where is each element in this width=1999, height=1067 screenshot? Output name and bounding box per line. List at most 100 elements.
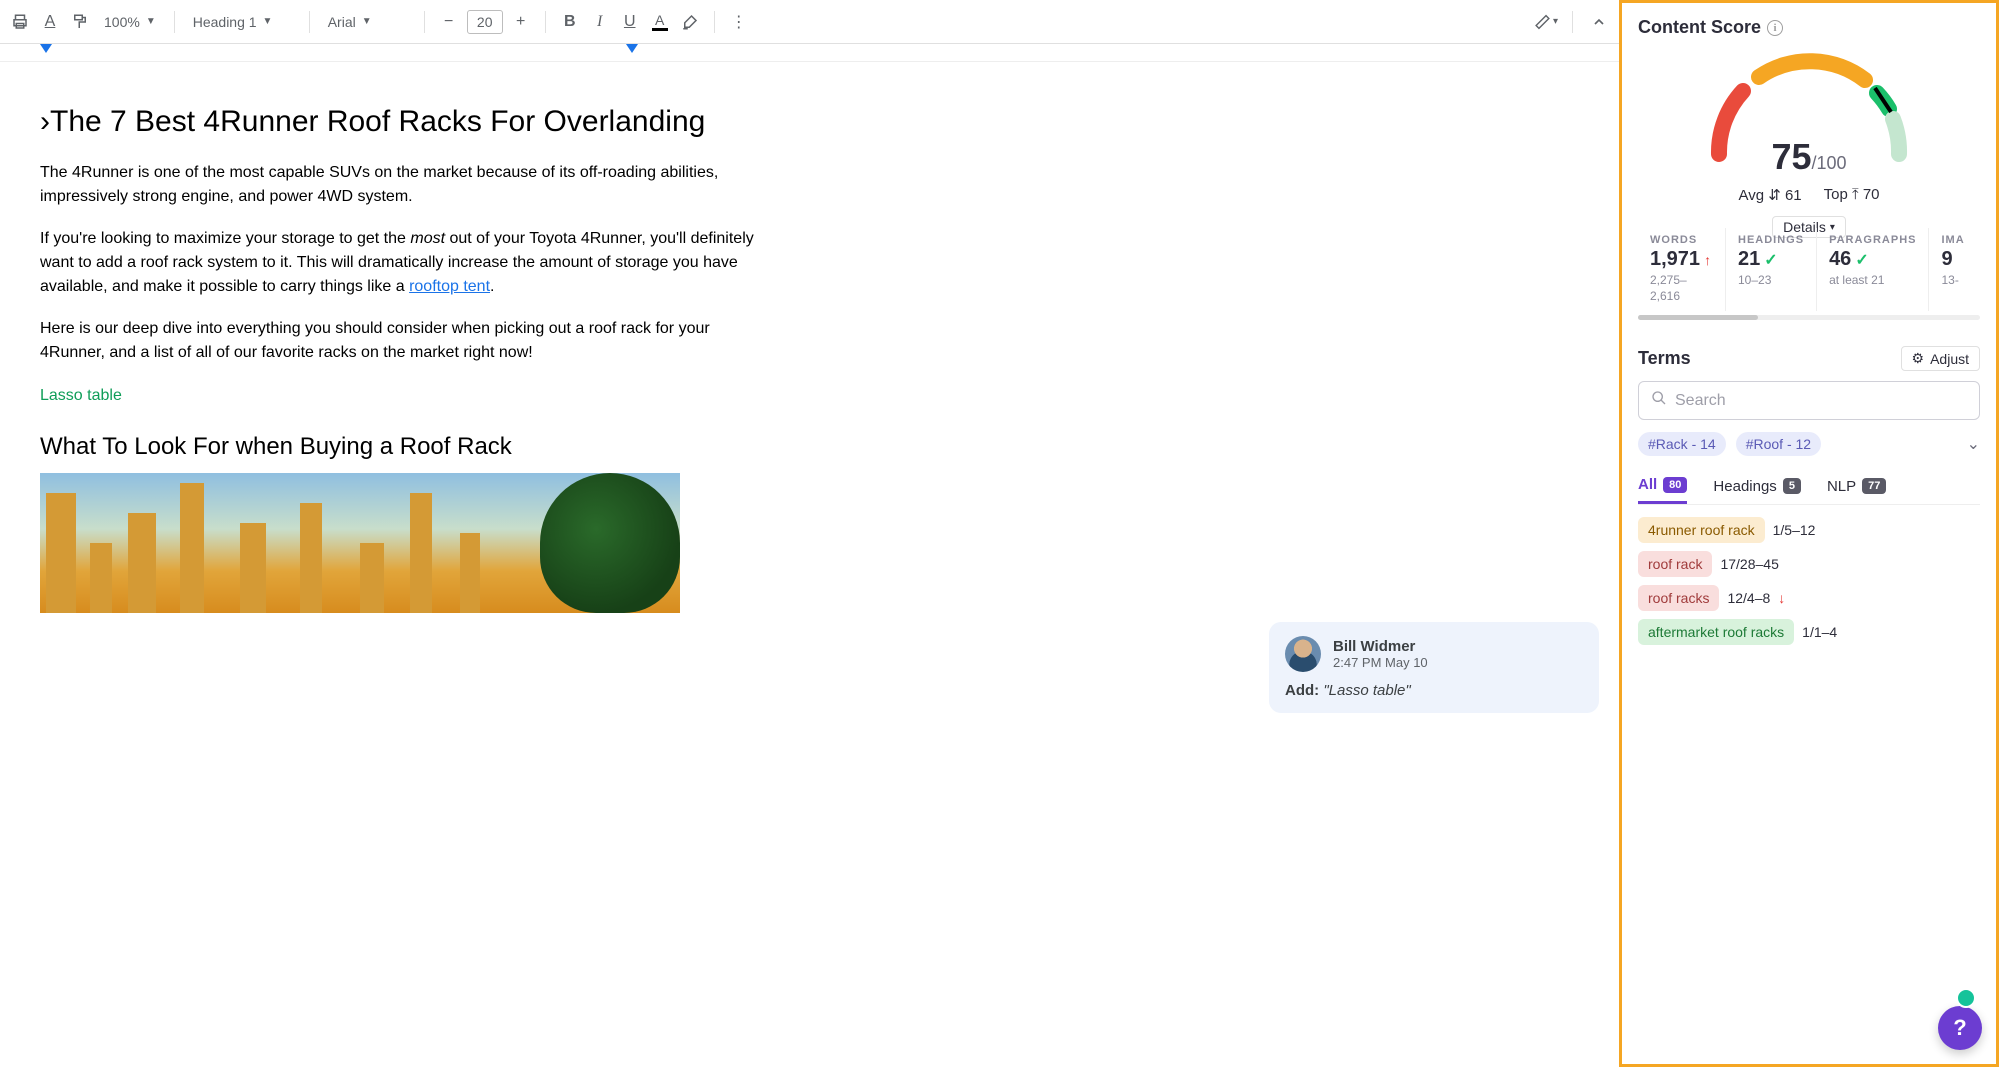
decrease-font-button[interactable]: − [437,10,461,34]
style-select[interactable]: Heading 1▼ [187,10,297,34]
bold-button[interactable]: B [558,10,582,34]
ruler[interactable] [0,44,1619,62]
terms-title: Terms [1638,348,1691,369]
paint-format-icon[interactable] [68,10,92,34]
scrollbar-thumb[interactable] [1638,315,1758,320]
terms-tabs: All80 Headings5 NLP77 [1638,476,1980,505]
separator [309,11,310,33]
top-label: Top [1824,186,1848,203]
tab-headings[interactable]: Headings5 [1713,478,1801,503]
tag-rack[interactable]: #Rack - 14 [1638,432,1726,456]
tag-roof[interactable]: #Roof - 12 [1736,432,1821,456]
avatar [1285,636,1321,672]
avg-top-row: Avg ⇵ 61 Top ⤒ 70 [1738,186,1879,204]
separator [714,11,715,33]
paragraph-3[interactable]: Here is our deep dive into everything yo… [40,317,760,365]
metrics-scrollbar[interactable] [1638,315,1980,320]
tab-label: NLP [1827,478,1856,495]
adjust-label: Adjust [1930,351,1969,367]
metric-images[interactable]: IMA 9 13- [1929,228,1980,311]
metric-range-1: 2,275– [1650,273,1713,287]
content-score-sidebar: Content Score i 75/100 Avg ⇵ 61 Top ⤒ 70 [1619,0,1999,1067]
term-row[interactable]: aftermarket roof racks 1/1–4 [1638,619,1980,645]
search-icon [1651,390,1667,411]
up-arrow-icon: ↑ [1704,252,1711,268]
term-row[interactable]: roof rack 17/28–45 [1638,551,1980,577]
doc-heading-2[interactable]: What To Look For when Buying a Roof Rack [40,433,760,461]
avg-value: 61 [1785,187,1802,204]
expand-tags-button[interactable]: ⌄ [1967,434,1980,454]
term-list: 4runner roof rack 1/5–12 roof rack 17/28… [1638,517,1980,645]
top-icon: ⤒ [1852,186,1859,203]
p2-emphasis: most [410,230,445,247]
comment-label: Add: [1285,682,1319,699]
metric-value: 46 [1829,248,1851,271]
info-icon[interactable]: i [1767,20,1783,36]
tab-all[interactable]: All80 [1638,476,1687,504]
tag-row: #Rack - 14 #Roof - 12 ⌄ [1638,432,1980,456]
metric-range-2: 2,616 [1650,289,1713,303]
metric-value: 1,971 [1650,248,1700,271]
tab-nlp[interactable]: NLP77 [1827,478,1886,503]
metric-range: 10–23 [1738,273,1804,287]
collapse-toolbar-button[interactable] [1587,10,1611,34]
font-size-input[interactable]: 20 [467,10,503,34]
term-row[interactable]: roof racks 12/4–8 ↓ [1638,585,1980,611]
term-chip: roof racks [1638,585,1719,611]
metric-label: IMA [1941,234,1980,246]
document-area[interactable]: ›The 7 Best 4Runner Roof Racks For Overl… [0,62,1619,1067]
lasso-table-note[interactable]: Lasso table [40,387,760,405]
cs-title-text: Content Score [1638,17,1761,38]
more-button[interactable]: ⋮ [727,10,751,34]
terms-search[interactable] [1638,381,1980,420]
increase-font-button[interactable]: + [509,10,533,34]
metrics-row[interactable]: WORDS 1,971↑ 2,275– 2,616 HEADINGS 21✓ 1… [1638,228,1980,311]
avg-icon: ⇵ [1768,187,1781,204]
font-size-value: 20 [477,14,493,30]
h1-text: The 7 Best 4Runner Roof Racks For Overla… [50,105,705,138]
italic-button[interactable]: I [588,10,612,34]
text-color-button[interactable]: A [648,10,672,34]
metric-label: HEADINGS [1738,234,1804,246]
font-select[interactable]: Arial ▼ [322,10,412,34]
spellcheck-icon[interactable]: A [38,10,62,34]
help-button[interactable]: ? [1938,1006,1982,1050]
editing-mode-button[interactable]: ▾ [1534,10,1558,34]
avg-label: Avg [1738,187,1764,204]
chevron-down-icon: ▼ [362,16,372,27]
highlight-button[interactable] [678,10,702,34]
ruler-marker-left[interactable] [40,44,52,53]
comment-body: Add: "Lasso table" [1285,682,1583,699]
metric-label: PARAGRAPHS [1829,234,1916,246]
document-page: ›The 7 Best 4Runner Roof Racks For Overl… [40,102,760,613]
metric-words[interactable]: WORDS 1,971↑ 2,275– 2,616 [1638,228,1726,311]
metric-headings[interactable]: HEADINGS 21✓ 10–23 [1726,228,1817,311]
doc-image[interactable] [40,473,680,613]
paragraph-1[interactable]: The 4Runner is one of the most capable S… [40,161,760,209]
underline-button[interactable]: U [618,10,642,34]
comment-time: 2:47 PM May 10 [1333,655,1428,670]
paragraph-2[interactable]: If you're looking to maximize your stora… [40,227,760,299]
top-value: 70 [1863,186,1880,203]
search-input[interactable] [1675,392,1967,410]
term-count: 12/4–8 [1727,590,1770,606]
zoom-value: 100% [104,14,140,30]
help-label: ? [1953,1015,1966,1041]
metric-paragraphs[interactable]: PARAGRAPHS 46✓ at least 21 [1817,228,1929,311]
metric-value: 21 [1738,248,1760,271]
ruler-marker-right[interactable] [626,44,638,53]
zoom-select[interactable]: 100%▼ [98,10,162,34]
grammarly-icon[interactable] [1956,988,1976,1008]
comment-card[interactable]: Bill Widmer 2:47 PM May 10 Add: "Lasso t… [1269,622,1599,713]
tab-label: All [1638,476,1657,493]
toolbar: A 100%▼ Heading 1▼ Arial ▼ − 20 + B I U A… [0,0,1619,44]
font-value: Arial [328,14,356,30]
doc-heading-1[interactable]: ›The 7 Best 4Runner Roof Racks For Overl… [40,102,760,143]
term-row[interactable]: 4runner roof rack 1/5–12 [1638,517,1980,543]
adjust-button[interactable]: ⚙Adjust [1901,346,1980,371]
tab-label: Headings [1713,478,1776,495]
separator [174,11,175,33]
comment-author: Bill Widmer [1333,638,1428,655]
print-icon[interactable] [8,10,32,34]
rooftop-tent-link[interactable]: rooftop tent [409,278,490,295]
